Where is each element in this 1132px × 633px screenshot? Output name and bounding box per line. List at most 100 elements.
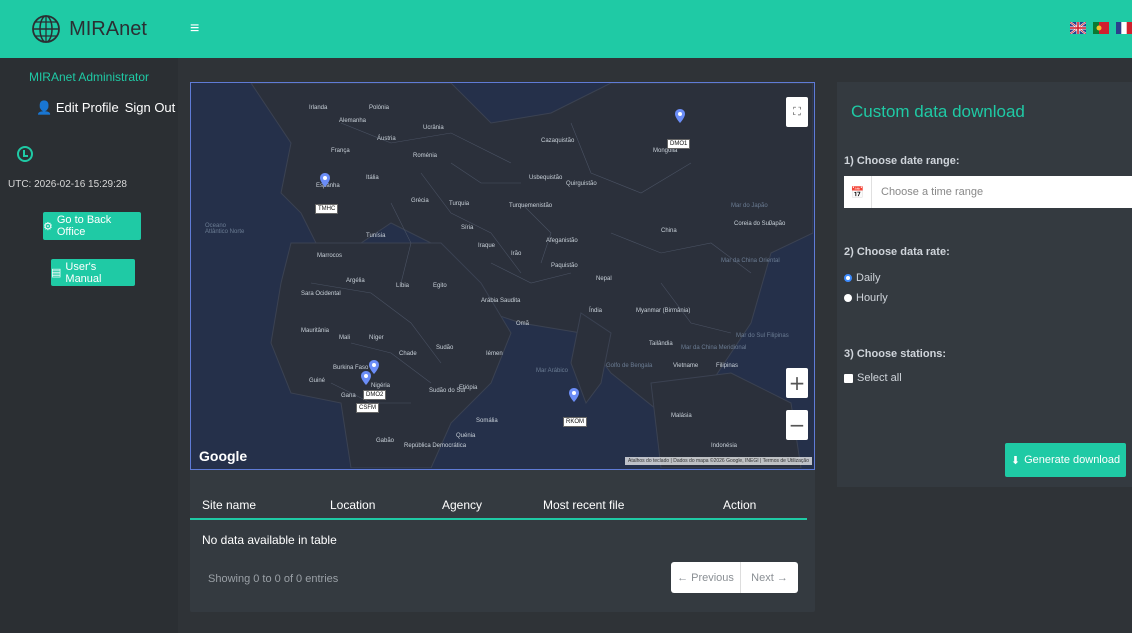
select-all-checkbox[interactable]	[844, 373, 853, 383]
map-label-gabao: Gabão	[376, 438, 395, 444]
data-rate-label: 2) Choose data rate:	[844, 246, 950, 258]
map-panel: Irlanda Polónia Alemanha Ucrânia França …	[190, 82, 815, 612]
marker-label: DMO2	[363, 390, 387, 400]
stations-label: 3) Choose stations:	[844, 348, 947, 360]
france-flag-icon[interactable]	[1116, 22, 1132, 34]
map-label-guine: Guiné	[309, 378, 326, 384]
map-marker-icon[interactable]	[569, 388, 579, 402]
sign-out-link[interactable]: Sign Out	[125, 100, 176, 116]
profile-actions: 👤 Edit Profile Sign Out	[36, 100, 175, 116]
google-logo: Google	[199, 448, 248, 464]
map-label-niger: Níger	[369, 335, 384, 341]
map-label-mali: Mali	[339, 335, 351, 341]
zoom-out-button[interactable]: −	[786, 410, 808, 440]
map-label-quirguistao: Quirguistão	[566, 181, 597, 187]
sidebar: MIRAnet Administrator 👤 Edit Profile Sig…	[0, 58, 178, 633]
daily-radio[interactable]	[844, 274, 852, 282]
map-label-austria: Áustria	[377, 136, 396, 142]
download-title: Custom data download	[851, 102, 1025, 121]
edit-profile-label: Edit Profile	[55, 100, 119, 115]
map-label-golfo-bengala: Golfo de Bengala	[606, 363, 653, 369]
calendar-icon: 📅	[844, 176, 872, 208]
map-label-ira: Irão	[511, 251, 522, 257]
map-label-iemen: Iémen	[486, 351, 503, 357]
table-empty-message: No data available in table	[202, 533, 337, 547]
main-content: Irlanda Polónia Alemanha Ucrânia França …	[178, 58, 1132, 633]
map-label-franca: França	[331, 148, 350, 154]
next-page-button[interactable]: Next →	[741, 562, 798, 593]
previous-page-button[interactable]: ← Previous	[671, 562, 741, 593]
back-office-button[interactable]: ⚙ Go to Back Office	[43, 212, 141, 240]
map-label-nepal: Nepal	[596, 276, 612, 282]
map-label-quenia: Quénia	[456, 433, 476, 439]
map-label-vietname: Vietname	[673, 363, 699, 369]
map-marker-icon[interactable]	[675, 109, 685, 123]
generate-download-button[interactable]: ⬇ Generate download	[1005, 443, 1126, 477]
column-most-recent-file[interactable]: Most recent file	[543, 498, 624, 512]
daily-option[interactable]: Daily	[844, 272, 880, 284]
map-label-mauritania: Mauritânia	[301, 328, 330, 334]
custom-download-panel: Custom data download 1) Choose date rang…	[837, 82, 1132, 487]
brand[interactable]: MIRAnet	[0, 0, 178, 58]
map-label-mar-china: Mar da China Meridional	[681, 345, 747, 351]
map-label-usbequistao: Usbequistão	[529, 175, 563, 181]
table-info: Showing 0 to 0 of 0 entries	[208, 573, 339, 585]
map-label-mar-sul: Mar do Sul Filipinas	[736, 333, 789, 339]
map-label-libia: Líbia	[396, 283, 410, 289]
date-range-input[interactable]	[872, 177, 1122, 207]
current-user: MIRAnet Administrator	[28, 70, 150, 84]
map-label-siria: Síria	[461, 225, 474, 231]
map-marker-icon[interactable]	[361, 371, 371, 385]
map-label-alemanha: Alemanha	[339, 118, 367, 124]
stations-map[interactable]: Irlanda Polónia Alemanha Ucrânia França …	[190, 82, 815, 470]
map-label-sara: Sara Ocidental	[301, 291, 341, 297]
top-bar: MIRAnet ≡	[0, 0, 1132, 58]
column-site-name[interactable]: Site name	[202, 498, 256, 512]
clock-icon	[17, 146, 33, 162]
map-label-ucrania: Ucrânia	[423, 125, 444, 131]
generate-download-label: Generate download	[1024, 454, 1121, 466]
map-label-iraque: Iraque	[478, 243, 496, 249]
map-label-turquemenistao: Turquemenistão	[509, 203, 553, 209]
marker-label: DMO1	[667, 139, 691, 149]
map-label-sudao-sul: Sudão do Sul	[429, 388, 466, 394]
map-label-romenia: Roménia	[413, 153, 438, 159]
map-label-india: Índia	[589, 308, 603, 314]
select-all-option[interactable]: Select all	[844, 372, 902, 384]
map-label-filipinas: Filipinas	[716, 363, 739, 369]
zoom-in-button[interactable]: +	[786, 368, 808, 398]
fullscreen-icon[interactable]: ⛶	[786, 97, 808, 127]
language-flags	[1070, 22, 1132, 34]
map-attribution[interactable]: Atalhos do teclado | Dados do mapa ©2026…	[624, 457, 812, 465]
map-label-mar-japao: Mar do Japão	[731, 203, 768, 209]
map-label-ocean-atlantico: Oceano Atlântico Norte	[205, 223, 245, 235]
date-range-field[interactable]: 📅	[844, 176, 1132, 208]
map-label-somalia: Somália	[476, 418, 498, 424]
map-label-tailandia: Tailândia	[649, 341, 673, 347]
map-label-coreia: Coreia do Sul	[734, 221, 771, 227]
hourly-option[interactable]: Hourly	[844, 292, 888, 304]
users-manual-button[interactable]: ▤ User's Manual	[51, 259, 135, 286]
brand-name: MIRAnet	[69, 17, 147, 40]
column-agency[interactable]: Agency	[442, 498, 482, 512]
marker-label: TMHC	[315, 204, 339, 214]
map-label-turquia: Turquia	[449, 201, 470, 207]
map-label-china: China	[661, 228, 677, 234]
map-label-cazaquistao: Cazaquistão	[541, 138, 575, 144]
portugal-flag-icon[interactable]	[1093, 22, 1109, 34]
map-marker-icon[interactable]	[320, 173, 330, 187]
date-range-label: 1) Choose date range:	[844, 155, 960, 167]
column-location[interactable]: Location	[330, 498, 375, 512]
map-label-irlanda: Irlanda	[309, 105, 328, 111]
edit-profile-link[interactable]: 👤 Edit Profile	[36, 100, 119, 116]
map-label-marrocos: Marrocos	[317, 253, 343, 259]
menu-toggle-icon[interactable]: ≡	[190, 20, 199, 38]
map-label-gana: Gana	[341, 393, 356, 399]
map-label-grecia: Grécia	[411, 198, 429, 204]
uk-flag-icon[interactable]	[1070, 22, 1086, 34]
wrench-icon: ⚙	[43, 220, 53, 233]
map-label-chade: Chade	[399, 351, 417, 357]
hourly-radio[interactable]	[844, 294, 852, 302]
column-action[interactable]: Action	[723, 498, 756, 512]
document-icon: ▤	[51, 267, 62, 279]
